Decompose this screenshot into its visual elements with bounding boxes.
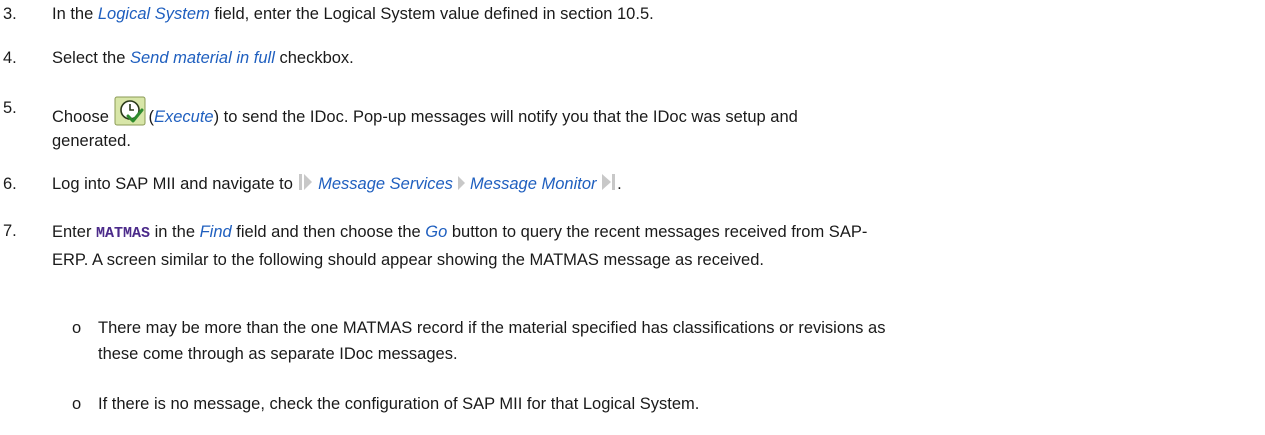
text-fragment: Choose [52, 108, 114, 126]
path-item: Message Monitor [469, 175, 597, 193]
bullet-text: There may be more than the one MATMAS re… [98, 315, 1248, 367]
path-item: Message Services [318, 175, 453, 193]
text-fragment: these come through as separate IDoc mess… [98, 345, 458, 363]
button-name: Go [425, 223, 448, 241]
text-fragment: . [617, 175, 622, 193]
text-fragment: There may be more than the one MATMAS re… [98, 319, 886, 337]
path-end-icon [601, 173, 617, 198]
step-text: Enter MATMAS in the Find field and then … [52, 219, 1252, 273]
text-fragment: If there is no message, check the config… [98, 395, 700, 413]
text-fragment: Enter [52, 223, 97, 241]
text-fragment: ERP. A screen similar to the following s… [52, 251, 764, 269]
execute-icon [114, 96, 146, 126]
step-text: Choose (Execute) to send the IDoc. Pop-u… [52, 96, 1252, 153]
text-fragment: field and then choose the [231, 223, 426, 241]
step-text: Log into SAP MII and navigate to Message… [52, 172, 1252, 198]
text-fragment: button to query the recent messages rece… [447, 223, 868, 241]
text-fragment: Log into SAP MII and navigate to [52, 175, 298, 193]
step-number: 3. [3, 5, 17, 23]
text-fragment: field, enter the Logical System value de… [209, 5, 654, 23]
code-text: MATMAS [96, 225, 151, 242]
step-text: In the Logical System field, enter the L… [52, 2, 1252, 26]
step-number: 7. [3, 222, 17, 240]
path-start-icon [298, 173, 314, 198]
bullet-marker: o [72, 395, 82, 413]
bullet-marker: o [72, 319, 82, 337]
field-name: Send material in full [129, 49, 275, 67]
text-fragment: checkbox. [274, 49, 354, 67]
step-number: 5. [3, 99, 17, 117]
text-fragment: Select the [52, 49, 130, 67]
step-number: 6. [3, 175, 17, 193]
step-number: 4. [3, 49, 17, 67]
text-fragment: ) to send the IDoc. Pop-up messages will… [213, 108, 798, 126]
text-fragment: in the [150, 223, 200, 241]
text-fragment: generated. [52, 132, 131, 150]
field-name: Find [199, 223, 232, 241]
field-name: Logical System [97, 5, 210, 23]
action-name: Execute [153, 108, 214, 126]
bullet-text: If there is no message, check the config… [98, 391, 1248, 417]
path-separator-icon [457, 174, 466, 198]
text-fragment: In the [52, 5, 98, 23]
step-text: Select the Send material in full checkbo… [52, 46, 1252, 70]
